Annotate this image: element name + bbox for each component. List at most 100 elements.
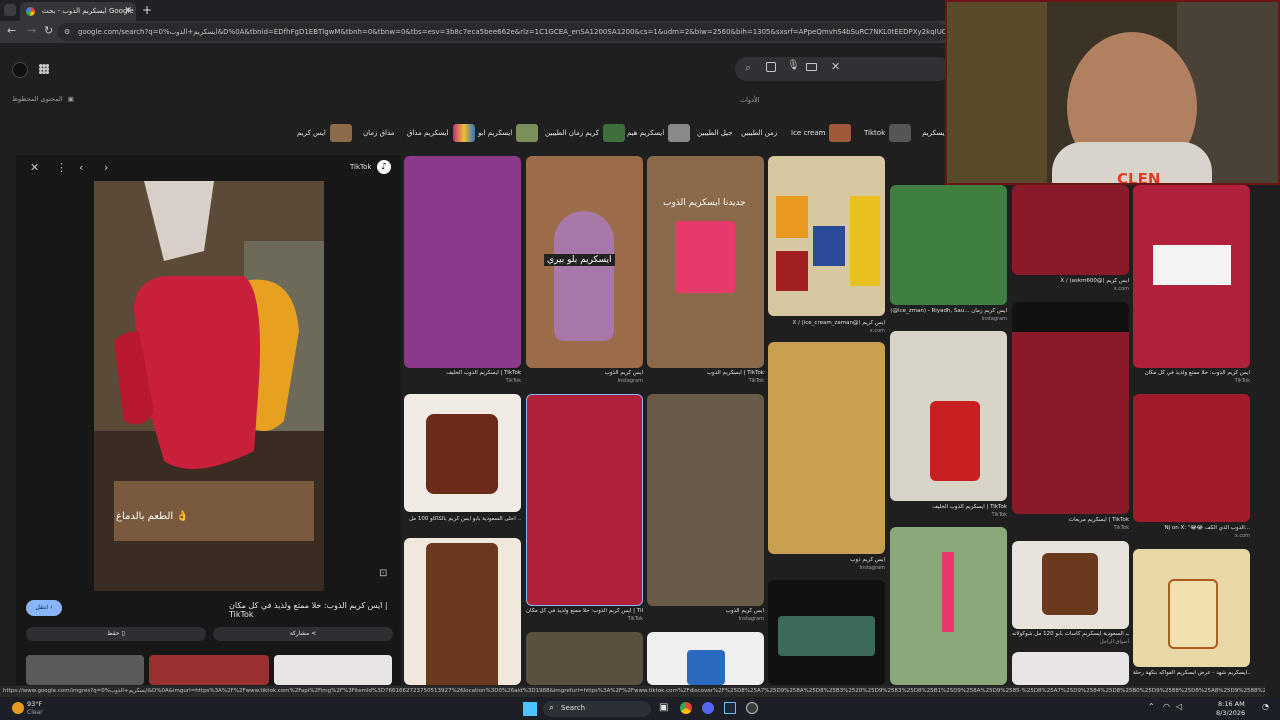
result-image[interactable] xyxy=(1012,541,1129,629)
result-source[interactable]: TikTok xyxy=(1012,525,1129,531)
filter-chip[interactable]: ايسكريم هيم xyxy=(627,123,691,143)
previous-image-icon[interactable]: ‹ xyxy=(79,161,83,174)
browser-tab[interactable]: ايسكريم الذوب - بحث Google ✕ xyxy=(20,2,136,21)
result-source[interactable]: أسواق الزاجل xyxy=(1012,639,1129,645)
result-source[interactable]: TikTok xyxy=(1133,378,1250,384)
filter-chip[interactable]: جيل الطيبين xyxy=(697,123,732,143)
filter-chip[interactable]: كريم زمان الطيبين xyxy=(545,123,626,143)
result-image[interactable] xyxy=(1012,652,1129,685)
address-bar[interactable]: ⚙ google.com/search?q=0%ايسكريم+الذوب&D%… xyxy=(58,23,948,41)
result-source[interactable]: x.com xyxy=(768,328,885,334)
visit-button[interactable]: انتقل ‹ xyxy=(26,600,62,616)
result-source[interactable]: Instagram xyxy=(526,378,643,384)
result-image[interactable] xyxy=(1133,394,1250,522)
tray-expand-icon[interactable]: ⌃ xyxy=(1148,702,1155,711)
result-caption[interactable]: الذوب السعودية ايسكريم كاسات بابو 120 مل… xyxy=(1012,631,1129,638)
tools-button[interactable]: الأدوات xyxy=(740,96,759,104)
result-caption[interactable]: (@ice_zman) - Riyadh, Sau... ايس كريم زم… xyxy=(890,308,1007,315)
back-arrow-icon[interactable]: ← xyxy=(7,24,16,37)
result-source[interactable]: Instagram xyxy=(647,616,764,622)
filter-chip[interactable]: ايسكريم ابو xyxy=(478,123,539,143)
reload-icon[interactable]: ↻ xyxy=(44,24,53,37)
weather-description[interactable]: Clear xyxy=(27,709,43,716)
steam-taskbar-icon[interactable] xyxy=(724,702,736,714)
apps-grid-icon[interactable] xyxy=(39,64,49,74)
result-caption[interactable]: X / (ice_cream_zaman@) ايس كريم xyxy=(768,320,885,327)
clear-search-icon[interactable]: ✕ xyxy=(831,60,840,73)
result-source[interactable]: Instagram xyxy=(890,316,1007,322)
result-image[interactable] xyxy=(890,527,1007,685)
result-image[interactable] xyxy=(768,342,885,554)
result-caption[interactable]: ايس كريم الذوب xyxy=(647,608,764,615)
microphone-icon[interactable]: 🎙 xyxy=(787,60,800,71)
new-tab-button[interactable]: + xyxy=(142,3,152,17)
clock-date[interactable]: 8/3/2026 xyxy=(1216,709,1245,717)
weather-sun-icon[interactable] xyxy=(12,702,24,714)
site-info-icon[interactable]: ⚙ xyxy=(64,23,70,41)
volume-icon[interactable]: ◁ xyxy=(1176,702,1182,711)
result-caption[interactable]: X / (askm600@) ايس كريم xyxy=(1012,278,1129,285)
next-image-icon[interactable]: › xyxy=(104,161,108,174)
filter-chip[interactable]: ايسكريم xyxy=(922,123,946,143)
search-box[interactable]: ⌕ 🎙 ✕ xyxy=(735,57,950,81)
result-caption[interactable]: ايسكريم شهد - عرض ايسكريم الفواكه بنكهة … xyxy=(1133,670,1250,677)
discord-taskbar-icon[interactable] xyxy=(702,702,714,714)
filter-chip[interactable]: زمن الطيبين xyxy=(741,123,777,143)
result-image[interactable] xyxy=(768,156,885,316)
result-source[interactable]: TikTok xyxy=(526,616,643,622)
related-thumbnail[interactable] xyxy=(274,655,392,685)
result-image[interactable] xyxy=(1012,302,1129,514)
forward-arrow-icon[interactable]: → xyxy=(27,24,36,37)
result-caption[interactable]: ايسكريم مربعات | TikTok xyxy=(1012,517,1129,524)
obs-taskbar-icon[interactable] xyxy=(746,702,758,714)
result-image[interactable] xyxy=(526,632,643,685)
result-image-selected[interactable] xyxy=(526,394,643,606)
result-caption[interactable]: أحلى السعودية بابو آيس كريم بالكاكاو 100… xyxy=(404,516,521,523)
result-caption[interactable]: ايس كريم الذوب: حلا ممتع ولذيذ في كل مكا… xyxy=(1133,370,1250,377)
filter-chip[interactable]: Ice cream xyxy=(791,123,852,143)
result-image[interactable] xyxy=(768,580,885,685)
chrome-taskbar-icon[interactable] xyxy=(680,702,692,714)
result-image[interactable] xyxy=(404,156,521,368)
account-avatar[interactable] xyxy=(12,62,28,78)
result-caption[interactable]: ايسكريم الذوب الخليف | TikTok xyxy=(404,370,521,377)
result-source[interactable]: TikTok xyxy=(404,378,521,384)
lens-search-icon[interactable]: ⊡ xyxy=(379,568,387,579)
result-image[interactable] xyxy=(647,394,764,606)
close-preview-icon[interactable]: ✕ xyxy=(30,161,39,174)
clock-time[interactable]: 8:16 AM xyxy=(1218,700,1245,708)
result-image[interactable] xyxy=(1133,549,1250,667)
notifications-icon[interactable]: ◔ xyxy=(1262,702,1269,711)
result-image[interactable] xyxy=(404,538,521,685)
lens-icon[interactable] xyxy=(766,62,776,72)
result-image[interactable] xyxy=(1012,185,1129,275)
result-image[interactable] xyxy=(404,394,521,512)
save-button[interactable]: حفظ ▯ xyxy=(26,627,206,641)
more-options-icon[interactable]: ⋮ xyxy=(56,161,67,174)
search-icon[interactable]: ⌕ xyxy=(745,61,751,75)
wifi-icon[interactable]: ◠ xyxy=(1163,702,1170,711)
filter-chip[interactable]: مذاق زمان xyxy=(363,123,394,143)
result-source[interactable]: x.com xyxy=(1012,286,1129,292)
preview-image[interactable]: الطعم بالدماغ 👌 xyxy=(94,181,324,591)
result-image[interactable] xyxy=(890,185,1007,305)
preview-title[interactable]: ايس كريم الذوب: حلا ممتع ولذيذ في كل مكا… xyxy=(229,601,401,619)
weather-temperature[interactable]: 93°F xyxy=(27,700,42,708)
result-source[interactable]: x.com xyxy=(1133,533,1250,539)
result-image[interactable] xyxy=(647,632,764,685)
keyboard-icon[interactable] xyxy=(806,63,817,71)
filter-chip[interactable]: Tiktok xyxy=(864,123,912,143)
task-view-icon[interactable]: ▣ xyxy=(659,702,668,713)
result-source[interactable]: TikTok xyxy=(647,378,764,384)
filter-chip[interactable]: ايس كريم xyxy=(297,123,352,143)
result-caption[interactable]: ايس كريم الذوب: حلا ممتع ولذيذ في كل مكا… xyxy=(526,608,643,615)
share-button[interactable]: مشاركة ⋖ xyxy=(213,627,393,641)
result-caption[interactable]: ايس كريم الذوب xyxy=(526,370,643,377)
result-caption[interactable]: Nj on X: "😂😂 الذوب الذي الكف... xyxy=(1133,525,1250,532)
result-caption[interactable]: ايسكريم الذوب | TikTok xyxy=(647,370,764,377)
result-caption[interactable]: ايسكريم الذوب الخليف | TikTok xyxy=(890,504,1007,511)
taskbar-search-box[interactable]: ⌕ Search xyxy=(543,701,651,717)
safe-search-toggle[interactable]: المحتوى المحظوظ ▣ xyxy=(12,95,74,103)
result-image[interactable]: ايسكريم بلو بيري xyxy=(526,156,643,368)
result-image[interactable]: جديدنا ايسكريم الذوب xyxy=(647,156,764,368)
